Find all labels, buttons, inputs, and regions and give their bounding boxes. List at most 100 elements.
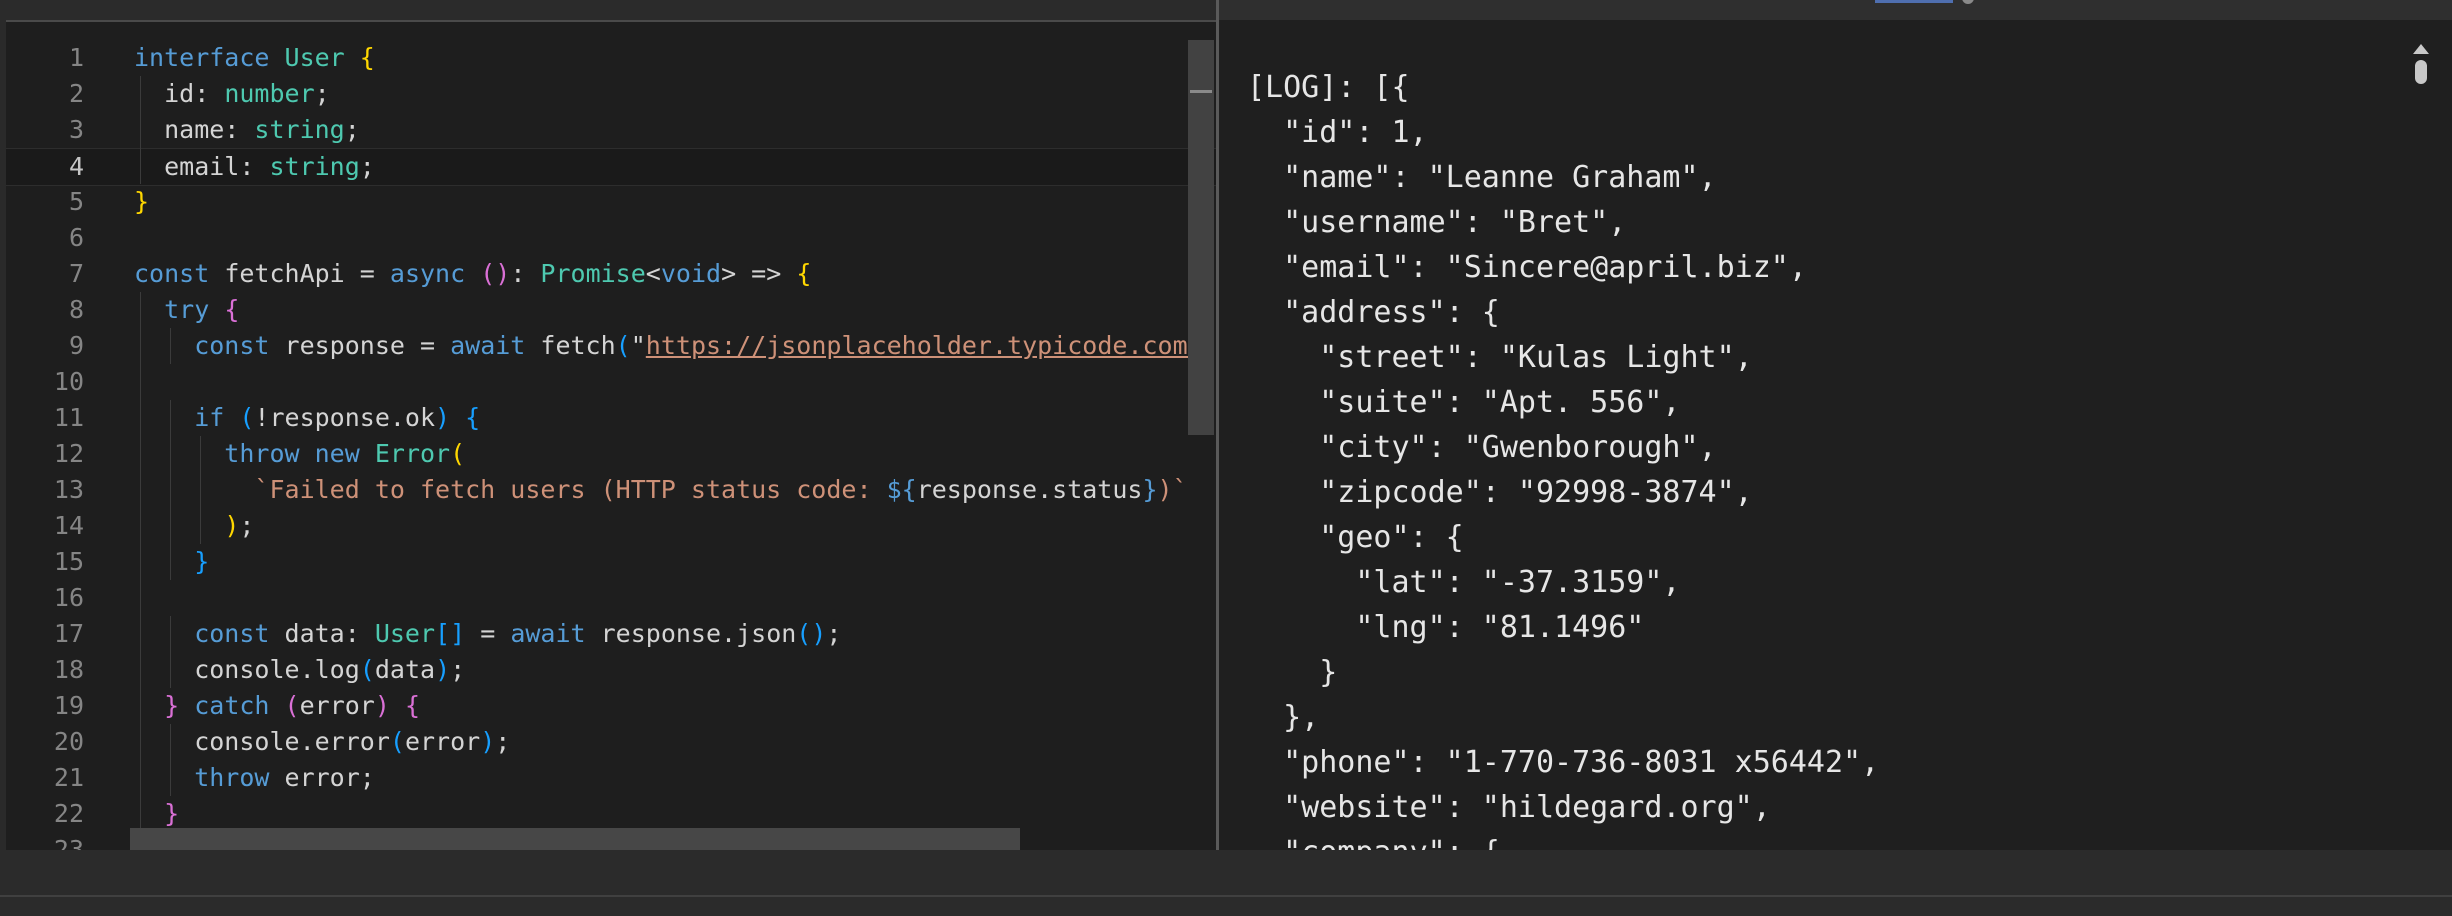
code-token: name:: [134, 115, 255, 144]
output-log-panel[interactable]: [LOG]: [{ "id": 1, "name": "Leanne Graha…: [1219, 20, 2417, 850]
code-text: id: number;: [134, 76, 330, 112]
indent-guide: [170, 400, 171, 580]
code-line[interactable]: 18 console.log(data);: [6, 652, 1216, 688]
code-text: interface User {: [134, 40, 375, 76]
code-line[interactable]: 9 const response = await fetch("https://…: [6, 328, 1216, 364]
output-scrollbar[interactable]: [2404, 20, 2452, 850]
code-text: `Failed to fetch users (HTTP status code…: [134, 472, 1188, 508]
line-number: 23: [53, 835, 84, 850]
code-text: const data: User[] = await response.json…: [134, 616, 841, 652]
code-line[interactable]: 5}: [6, 184, 1216, 220]
log-line: "zipcode": "92998-3874",: [1247, 475, 1753, 510]
code-line[interactable]: 2 id: number;: [6, 76, 1216, 112]
indent-guide: [170, 724, 171, 796]
code-line[interactable]: 19 } catch (error) {: [6, 688, 1216, 724]
code-editor[interactable]: 1 interface User {2 id: number; 3 name: st…: [6, 40, 1216, 850]
log-line: "company": {: [1247, 830, 1500, 850]
code-token: data: [374, 655, 436, 684]
log-line: "city": "Gwenborough",: [1247, 430, 1717, 465]
code-token: data:: [284, 619, 375, 648]
line-number: 17: [53, 619, 84, 648]
code-token: ;: [239, 511, 255, 540]
log-line: "email": "Sincere@april.biz",: [1247, 250, 1807, 285]
code-line[interactable]: 16: [6, 580, 1216, 616]
code-text: console.error(error);: [134, 724, 510, 760]
log-line: [LOG]: [{: [1247, 70, 1410, 105]
code-token[interactable]: https://jsonplaceholder.typicode.com/: [646, 331, 1203, 360]
code-token: ;: [344, 115, 360, 144]
code-token: response =: [284, 331, 451, 360]
line-number: 2: [68, 79, 84, 108]
code-line[interactable]: 3 name: string;: [6, 112, 1216, 148]
editor-vertical-scrollbar[interactable]: [1188, 40, 1214, 435]
code-token: async: [389, 259, 481, 288]
indent-guide: [170, 616, 171, 688]
code-token: Promise: [540, 259, 646, 288]
line-number: 21: [53, 763, 84, 792]
output-scrollbar-thumb[interactable]: [2415, 60, 2427, 84]
code-token: )`: [1157, 475, 1188, 504]
code-token: const: [134, 331, 285, 360]
scroll-up-arrow-icon[interactable]: [2413, 44, 2429, 54]
line-number: 9: [68, 331, 84, 360]
code-line[interactable]: 17 const data: User[] = await response.j…: [6, 616, 1216, 652]
code-line[interactable]: 21 throw error;: [6, 760, 1216, 796]
code-line[interactable]: 6: [6, 220, 1216, 256]
code-token: console.error: [134, 727, 390, 756]
line-number: 3: [68, 115, 84, 144]
log-line: "phone": "1-770-736-8031 x56442",: [1247, 745, 1880, 780]
output-tab-bar: [1218, 0, 2452, 20]
log-line: },: [1247, 700, 1320, 735]
code-token: fetch: [540, 331, 616, 360]
indent-guide: [140, 76, 141, 184]
code-token: await: [450, 331, 541, 360]
indent-guide: [200, 436, 201, 544]
code-line[interactable]: 10: [6, 364, 1216, 400]
line-number: 1: [68, 43, 84, 72]
code-line[interactable]: 22 }: [6, 796, 1216, 832]
code-line[interactable]: 13 `Failed to fetch users (HTTP status c…: [6, 472, 1216, 508]
code-text: }: [134, 184, 149, 220]
code-line[interactable]: 20 console.error(error);: [6, 724, 1216, 760]
line-number: 18: [53, 655, 84, 684]
code-text: try {: [134, 292, 239, 328]
code-token: ): [224, 511, 240, 540]
code-token: ": [630, 331, 646, 360]
code-line[interactable]: 12 throw new Error(: [6, 436, 1216, 472]
log-line: "geo": {: [1247, 520, 1464, 555]
code-token: ;: [314, 79, 330, 108]
code-token: ${: [886, 475, 917, 504]
log-line: "lat": "-37.3159",: [1247, 565, 1681, 600]
active-tab-indicator[interactable]: [1875, 0, 1953, 3]
indent-guide: [170, 328, 171, 364]
code-token: `Failed to fetch users (HTTP status code…: [134, 475, 887, 504]
code-token: ): [480, 727, 496, 756]
editor-horizontal-scrollbar[interactable]: [130, 828, 1020, 850]
code-token: number: [224, 79, 315, 108]
line-number: 19: [53, 691, 84, 720]
line-number: 8: [68, 295, 84, 324]
code-token: []: [435, 619, 466, 648]
code-token: !response.ok: [254, 403, 436, 432]
code-line[interactable]: 8 try {: [6, 292, 1216, 328]
code-token: throw: [134, 763, 285, 792]
code-token: email:: [134, 152, 270, 181]
code-token: {: [224, 295, 240, 324]
code-token: response.json: [600, 619, 797, 648]
code-line[interactable]: 1 interface User {: [6, 40, 1216, 76]
code-token: > =>: [721, 259, 797, 288]
code-token: {: [359, 43, 375, 72]
code-line[interactable]: 4 email: string;: [6, 148, 1216, 186]
code-line[interactable]: 7 const fetchApi = async (): Promise<void…: [6, 256, 1216, 292]
code-token: }: [134, 691, 195, 720]
code-text: } catch (error) {: [134, 688, 420, 724]
code-line[interactable]: 14 );: [6, 508, 1216, 544]
code-token: void: [660, 259, 722, 288]
code-token: ): [435, 655, 451, 684]
code-line[interactable]: 11 if (!response.ok) {: [6, 400, 1216, 436]
line-number: 10: [53, 367, 84, 396]
code-token: (: [239, 403, 255, 432]
code-token: id:: [134, 79, 225, 108]
code-line[interactable]: 15 }: [6, 544, 1216, 580]
line-number: 11: [53, 403, 84, 432]
